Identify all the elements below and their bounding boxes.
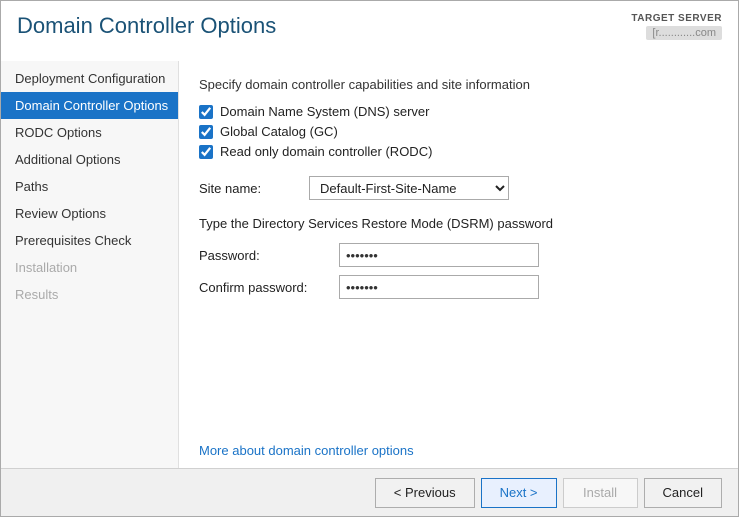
next-button[interactable]: Next > — [481, 478, 557, 508]
site-name-row: Site name: Default-First-Site-Name — [199, 176, 718, 200]
sidebar-item-additional-options[interactable]: Additional Options — [1, 146, 178, 173]
confirm-password-label: Confirm password: — [199, 280, 339, 295]
header: Domain Controller Options TARGET SERVER … — [1, 1, 738, 61]
sidebar-item-review-options[interactable]: Review Options — [1, 200, 178, 227]
sidebar-item-rodc-options[interactable]: RODC Options — [1, 119, 178, 146]
site-name-select[interactable]: Default-First-Site-Name — [309, 176, 509, 200]
install-button: Install — [563, 478, 638, 508]
target-server-label: TARGET SERVER — [631, 13, 722, 24]
checkbox-gc-label: Global Catalog (GC) — [220, 124, 338, 139]
checkbox-row-rodc: Read only domain controller (RODC) — [199, 144, 718, 159]
page-title: Domain Controller Options — [17, 13, 276, 39]
checkbox-rodc[interactable] — [199, 145, 213, 159]
site-name-label: Site name: — [199, 181, 309, 196]
sidebar-item-paths[interactable]: Paths — [1, 173, 178, 200]
content-area: Specify domain controller capabilities a… — [179, 61, 738, 468]
more-about-link[interactable]: More about domain controller options — [199, 433, 718, 458]
password-input[interactable] — [339, 243, 539, 267]
main-content: Deployment Configuration Domain Controll… — [1, 61, 738, 468]
sidebar: Deployment Configuration Domain Controll… — [1, 61, 179, 468]
confirm-password-row: Confirm password: — [199, 275, 718, 299]
section-description: Specify domain controller capabilities a… — [199, 77, 718, 92]
dsrm-label: Type the Directory Services Restore Mode… — [199, 216, 718, 231]
checkbox-gc[interactable] — [199, 125, 213, 139]
checkbox-group: Domain Name System (DNS) server Global C… — [199, 104, 718, 164]
password-label: Password: — [199, 248, 339, 263]
checkbox-row-dns: Domain Name System (DNS) server — [199, 104, 718, 119]
target-server-section: TARGET SERVER [r............com — [631, 13, 722, 40]
checkbox-row-gc: Global Catalog (GC) — [199, 124, 718, 139]
checkbox-rodc-label: Read only domain controller (RODC) — [220, 144, 432, 159]
main-window: Domain Controller Options TARGET SERVER … — [0, 0, 739, 517]
sidebar-item-prerequisites-check[interactable]: Prerequisites Check — [1, 227, 178, 254]
sidebar-item-results: Results — [1, 281, 178, 308]
footer: < Previous Next > Install Cancel — [1, 468, 738, 516]
cancel-button[interactable]: Cancel — [644, 478, 722, 508]
sidebar-item-installation: Installation — [1, 254, 178, 281]
checkbox-dns[interactable] — [199, 105, 213, 119]
target-server-name: [r............com — [646, 26, 722, 40]
sidebar-item-domain-controller-options[interactable]: Domain Controller Options — [1, 92, 178, 119]
confirm-password-input[interactable] — [339, 275, 539, 299]
checkbox-dns-label: Domain Name System (DNS) server — [220, 104, 430, 119]
previous-button[interactable]: < Previous — [375, 478, 475, 508]
sidebar-item-deployment-configuration[interactable]: Deployment Configuration — [1, 65, 178, 92]
password-row: Password: — [199, 243, 718, 267]
